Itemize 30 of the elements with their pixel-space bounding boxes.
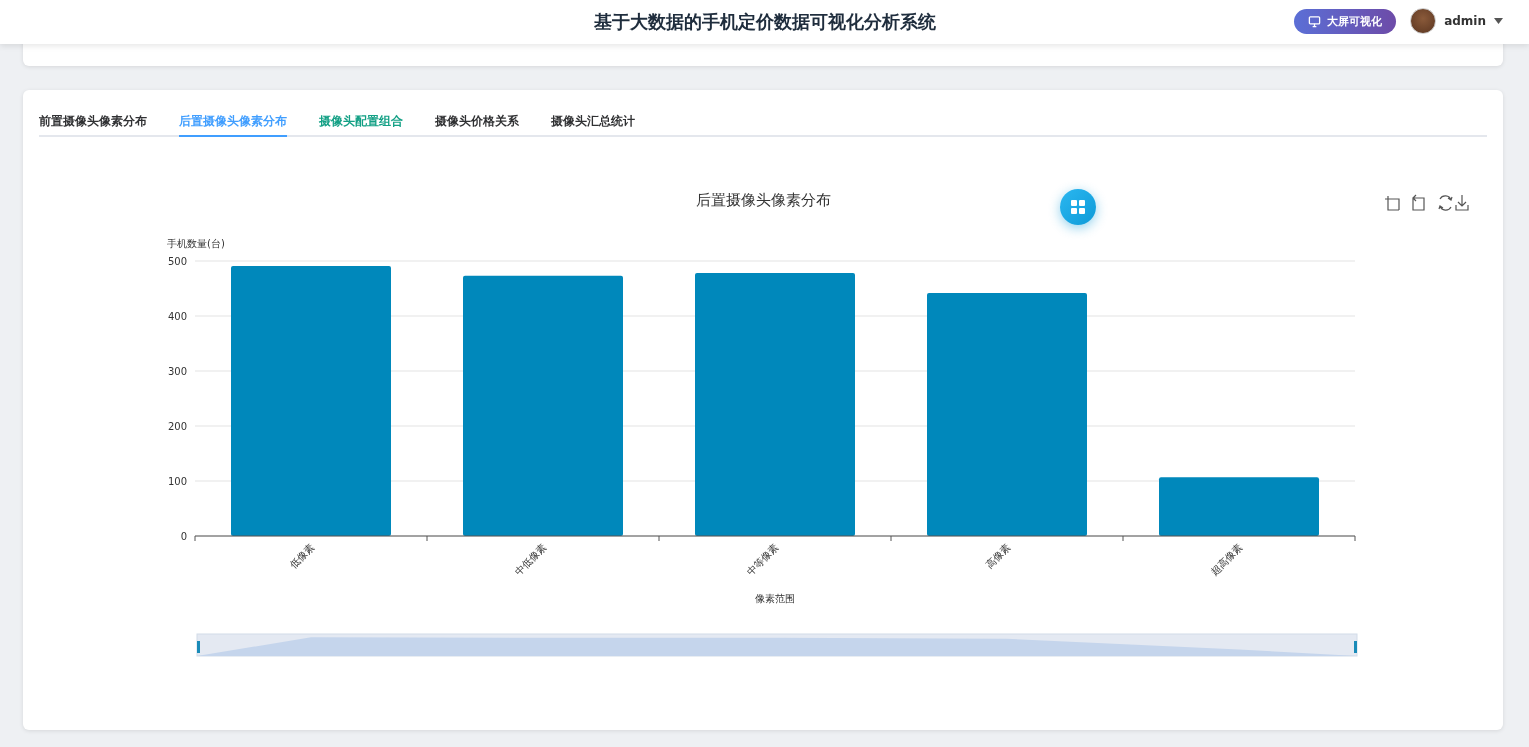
- download-icon[interactable]: [1455, 194, 1469, 211]
- refresh-icon[interactable]: [1438, 195, 1453, 211]
- page-title: 基于大数据的手机定价数据可视化分析系统: [593, 10, 936, 34]
- y-tick-label: 100: [167, 476, 187, 487]
- user-name[interactable]: admin: [1444, 14, 1486, 28]
- y-axis-title: 手机数量(台): [167, 238, 225, 249]
- big-screen-button[interactable]: 大屏可视化: [1294, 8, 1397, 34]
- x-tick-label: 低像素: [287, 541, 317, 571]
- tab[interactable]: 摄像头汇总统计: [551, 106, 635, 137]
- y-tick-label: 0: [180, 531, 187, 542]
- monitor-icon: [1308, 14, 1322, 28]
- x-tick-label: 中等像素: [744, 541, 781, 578]
- crop-icon[interactable]: [1384, 195, 1400, 211]
- undo-icon[interactable]: [1412, 194, 1425, 211]
- y-tick-label: 400: [167, 311, 187, 322]
- tab[interactable]: 摄像头价格关系: [435, 106, 519, 137]
- x-axis-title: 像素范围: [755, 593, 795, 604]
- chart-title: 后置摄像头像素分布: [695, 191, 831, 209]
- grid-icon: [1071, 200, 1085, 214]
- caret-icon[interactable]: [1494, 18, 1503, 24]
- y-tick-label: 500: [167, 256, 187, 267]
- y-tick-label: 300: [167, 366, 187, 377]
- x-tick-label: 超高像素: [1208, 541, 1245, 578]
- x-tick-label: 中低像素: [512, 541, 549, 578]
- x-tick-label: 高像素: [983, 541, 1013, 571]
- zoom-slider[interactable]: [196, 633, 1358, 657]
- y-tick-label: 200: [167, 421, 187, 432]
- tab[interactable]: 前置摄像头像素分布: [39, 106, 147, 137]
- grid-menu-button[interactable]: [1060, 189, 1096, 225]
- user-avatar[interactable]: [1410, 8, 1437, 34]
